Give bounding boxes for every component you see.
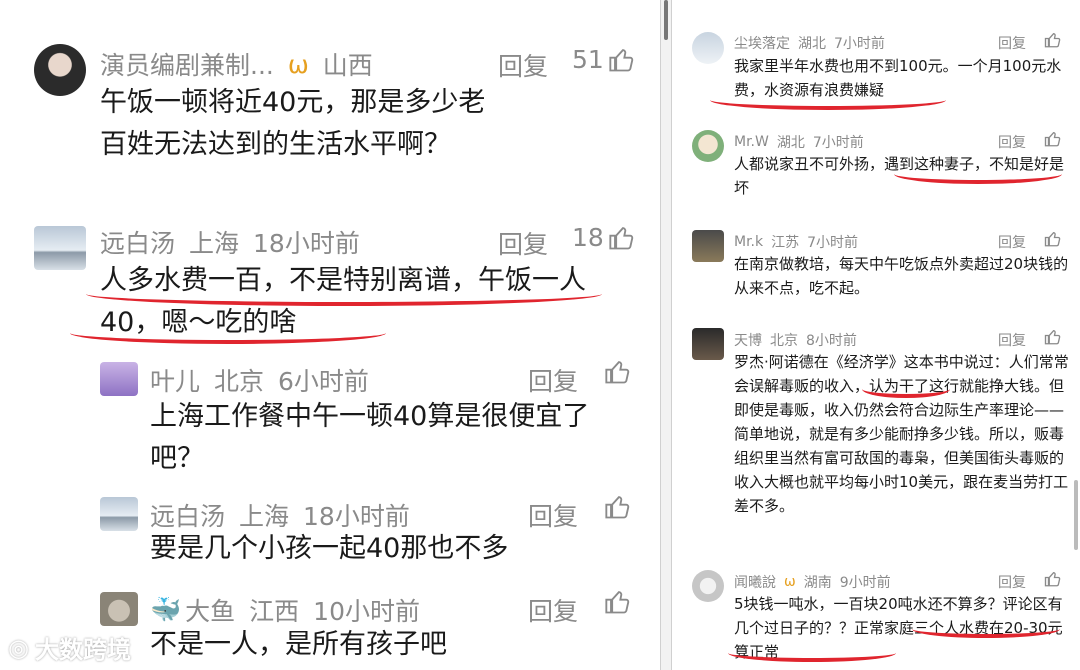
red-underline (862, 380, 950, 398)
reply-button[interactable]: 回复 (528, 592, 578, 628)
watermark-logo-icon: ◎ (8, 633, 29, 662)
red-underline (70, 322, 386, 344)
scrollbar[interactable] (660, 0, 672, 670)
timestamp: 7小时前 (807, 235, 859, 251)
region: 湖南 (803, 575, 832, 591)
region: 江苏 (771, 235, 800, 251)
comment-meta: 天博 北京 8小时前 (734, 330, 865, 350)
avatar[interactable] (692, 570, 724, 602)
username[interactable]: 叶儿 (150, 362, 200, 398)
username[interactable]: 闻曦說 (734, 572, 776, 592)
avatar[interactable] (692, 328, 724, 360)
comment-text: 要是几个小孩一起40那也不多 (150, 533, 509, 564)
timestamp: 7小时前 (812, 135, 864, 151)
reply-button[interactable]: 回复 (528, 362, 578, 398)
red-underline (728, 644, 896, 662)
thumbs-up-icon (608, 46, 636, 74)
avatar[interactable] (100, 592, 138, 626)
thumbs-up-icon (604, 358, 632, 386)
timestamp: 18小时前 (253, 229, 360, 258)
like-button[interactable] (604, 588, 632, 616)
like-count: 18 (572, 223, 604, 252)
reply-button[interactable]: 回复 (998, 232, 1026, 252)
avatar[interactable] (34, 44, 86, 96)
region: 北京 (770, 333, 798, 349)
reply-button[interactable]: 回复 (498, 225, 548, 261)
comment-meta: Mr.k 江苏 7小时前 (734, 232, 866, 252)
comment-text: 罗杰·阿诺德在《经济学》这本书中说过：人们常常会误解毒贩的收入，认为干了这行就能… (734, 353, 1069, 515)
username[interactable]: Mr.k (734, 234, 763, 250)
reply-button[interactable]: 回复 (498, 47, 548, 83)
avatar[interactable] (692, 130, 724, 162)
thumbs-up-icon (608, 224, 636, 252)
timestamp: 9小时前 (839, 575, 891, 591)
region: 北京 (214, 367, 265, 396)
region: 湖北 (776, 135, 805, 151)
comment-text: 不是一人，是所有孩子吧 (150, 629, 447, 660)
username[interactable]: 大鱼 (185, 592, 235, 628)
reply-button[interactable]: 回复 (998, 330, 1026, 350)
comment-text: 上海工作餐中午一顿40算是很便宜了吧？ (150, 401, 590, 474)
right-panel: 尘埃落定 湖北 7小时前 回复 我家里半年水费也用不到100元。一个月100元水… (672, 0, 1080, 670)
timestamp: 8小时前 (806, 333, 857, 349)
red-underline (912, 620, 1060, 638)
thumbs-up-icon[interactable] (1044, 570, 1062, 592)
badge-icon: ω (287, 49, 309, 79)
like-button[interactable] (604, 493, 632, 521)
username[interactable]: Mr.W (734, 134, 769, 150)
avatar[interactable] (692, 32, 724, 64)
whale-icon: 🐳 (150, 595, 182, 624)
region: 湖北 (798, 36, 826, 52)
comment-text: 在南京做教培，每天中午吃饭点外卖超过20块钱的从来不点，吃不起。 (734, 255, 1069, 297)
scrollbar-thumb[interactable] (664, 0, 668, 40)
comment-meta: Mr.W 湖北 7小时前 (734, 132, 872, 152)
scrollbar-thumb[interactable] (1074, 480, 1078, 550)
reply-button[interactable]: 回复 (998, 132, 1026, 152)
red-underline (710, 90, 946, 110)
comment-meta: 远白汤 上海 18小时前 (100, 224, 374, 260)
avatar[interactable] (100, 362, 138, 396)
comment-text: 午饭一顿将近40元，那是多少老百姓无法达到的生活水平啊？ (100, 87, 486, 160)
timestamp: 6小时前 (278, 367, 369, 396)
thumbs-up-icon[interactable] (1044, 230, 1062, 252)
region: 江西 (249, 597, 300, 626)
watermark-text: 大数跨境 (34, 636, 131, 664)
thumbs-up-icon (604, 493, 632, 521)
timestamp: 7小时前 (834, 36, 885, 52)
comment-meta: 演员编剧兼制... ω 山西 (100, 46, 387, 82)
like-button[interactable]: 18 (572, 223, 636, 252)
red-underline (894, 164, 1062, 184)
username[interactable]: 尘埃落定 (734, 33, 790, 53)
comment-meta: 🐳 大鱼 江西 10小时前 (150, 592, 434, 628)
badge-icon: ω (784, 574, 796, 590)
username[interactable]: 天博 (734, 330, 762, 350)
reply-button[interactable]: 回复 (998, 33, 1026, 53)
comment-meta: 闻曦說 ω 湖南 9小时前 (734, 572, 899, 592)
thumbs-up-icon[interactable] (1044, 130, 1062, 152)
comment-meta: 尘埃落定 湖北 7小时前 (734, 33, 893, 53)
username[interactable]: 远白汤 (100, 224, 175, 260)
thumbs-up-icon (604, 588, 632, 616)
region: 上海 (189, 229, 240, 258)
reply-button[interactable]: 回复 (998, 572, 1026, 592)
like-button[interactable] (604, 358, 632, 386)
thumbs-up-icon[interactable] (1044, 31, 1062, 53)
left-panel: 演员编剧兼制... ω 山西 回复 51 午饭一顿将近40元，那是多少老百姓无法… (0, 0, 660, 670)
comment-meta: 叶儿 北京 6小时前 (150, 362, 383, 398)
timestamp: 10小时前 (313, 597, 420, 626)
region: 山西 (322, 51, 373, 80)
like-count: 51 (572, 45, 604, 74)
like-button[interactable]: 51 (572, 45, 636, 74)
red-underline (86, 282, 602, 306)
avatar[interactable] (100, 497, 138, 531)
username[interactable]: 演员编剧兼制... (100, 46, 274, 82)
thumbs-up-icon[interactable] (1044, 328, 1062, 350)
avatar[interactable] (692, 230, 724, 262)
avatar[interactable] (34, 226, 86, 270)
watermark: ◎ 大数跨境 (8, 630, 131, 665)
